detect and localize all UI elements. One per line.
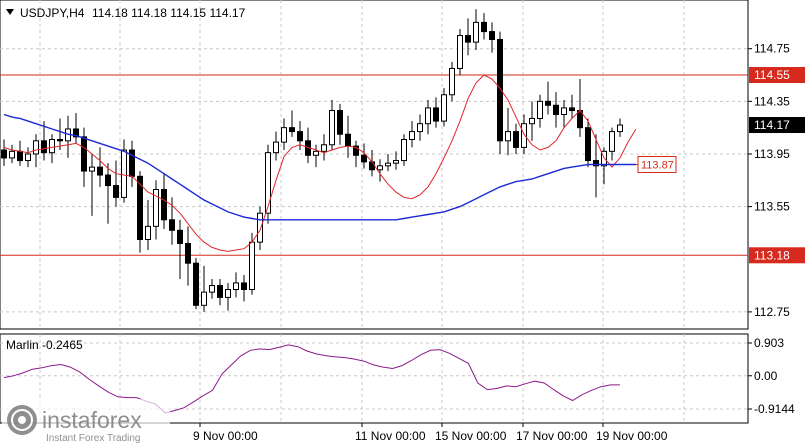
osc-tick-label: -0.9144 xyxy=(754,402,795,416)
candle-body-up xyxy=(537,100,543,119)
candle-body-down xyxy=(81,136,87,172)
price-tick-label: 113.55 xyxy=(754,200,790,214)
candle-body-down xyxy=(177,229,183,244)
candle-body-up xyxy=(457,35,463,69)
candle xyxy=(457,28,463,76)
candle-body-up xyxy=(33,140,39,155)
candle-body-up xyxy=(257,212,263,243)
candle-body-down xyxy=(17,150,23,162)
candle-body-up xyxy=(209,285,215,293)
candle xyxy=(497,31,503,154)
instaforex-logo: instaforex Instant Forex Trading xyxy=(2,399,170,444)
candle-body-up xyxy=(49,138,55,154)
chart-canvas: 113.87 USDJPY,H4 114.18 114.18 114.15 11… xyxy=(0,0,805,444)
candle-body-down xyxy=(97,166,103,176)
candle-body-up xyxy=(505,131,511,142)
candle-body-down xyxy=(185,242,191,264)
candle-body-down xyxy=(1,149,7,159)
candle-body-up xyxy=(409,131,415,140)
price-tick-label: 114.75 xyxy=(754,42,790,56)
candle-body-up xyxy=(529,117,535,125)
candle-body-down xyxy=(105,174,111,187)
candle-body-up xyxy=(473,21,479,43)
candle-body-up xyxy=(25,153,31,162)
level-price-label: 113.18 xyxy=(754,248,790,262)
osc-tick-label: 0.00 xyxy=(754,369,778,383)
time-tick-label: 11 Nov 00:00 xyxy=(355,429,426,443)
candle-body-up xyxy=(561,107,567,115)
candle-body-up xyxy=(377,165,383,171)
candle-body-up xyxy=(321,144,327,152)
candle-body-down xyxy=(161,189,167,221)
candle-body-up xyxy=(225,289,231,298)
candle-body-up xyxy=(401,138,407,162)
candle-body-up xyxy=(9,150,15,159)
candle-body-down xyxy=(193,262,199,306)
time-tick-label: 17 Nov 00:00 xyxy=(516,429,588,443)
candle-body-down xyxy=(57,138,63,142)
candle-body-up xyxy=(265,152,271,214)
candle-body-up xyxy=(521,123,527,148)
candle-body-up xyxy=(393,160,399,164)
candle xyxy=(193,257,199,310)
candle-body-down xyxy=(113,185,119,198)
candle-body-down xyxy=(489,31,495,40)
price-tick-label: 112.75 xyxy=(754,305,790,319)
candle-body-down xyxy=(553,104,559,115)
candle-body-up xyxy=(617,124,623,133)
candle-body-down xyxy=(569,107,575,112)
time-tick-label: 15 Nov 00:00 xyxy=(435,429,507,443)
candle-body-up xyxy=(313,150,319,156)
candle-body-down xyxy=(585,127,591,162)
candle-body-up xyxy=(441,94,447,122)
candle-body-up xyxy=(273,141,279,154)
candle-body-up xyxy=(449,67,455,96)
osc-tick-label: 0.903 xyxy=(754,336,784,350)
time-tick-label: 19 Nov 00:00 xyxy=(596,429,668,443)
oscillator-axis: 0.903 0.00 -0.9144 xyxy=(748,336,795,416)
candle-body-up xyxy=(385,162,391,167)
candle-body-up xyxy=(425,107,431,125)
candle-body-down xyxy=(433,107,439,122)
candle-body-down xyxy=(465,35,471,43)
candle-body-up xyxy=(417,123,423,133)
candle-body-down xyxy=(217,285,223,298)
oscillator-title: Marlin -0.2465 xyxy=(6,338,83,352)
logo-wordmark: instaforex xyxy=(42,407,142,433)
candle-body-down xyxy=(481,21,487,33)
candle-body-down xyxy=(289,127,295,133)
candle-body-down xyxy=(513,131,519,148)
candle-body-down xyxy=(297,131,303,142)
price-tick-label: 113.95 xyxy=(754,147,790,161)
ma-value-label: 113.87 xyxy=(641,160,674,172)
ohlc-readout: 114.18 114.18 114.15 114.17 xyxy=(92,6,246,20)
candle-body-up xyxy=(201,291,207,306)
candle-body-down xyxy=(241,282,247,291)
time-tick-label: 9 Nov 00:00 xyxy=(193,429,258,443)
candle-body-down xyxy=(41,140,47,154)
candle-body-up xyxy=(233,282,239,291)
candle-body-up xyxy=(281,127,287,143)
price-tick-label: 114.35 xyxy=(754,94,790,108)
candle-body-down xyxy=(169,219,175,231)
level-price-label: 114.55 xyxy=(754,68,790,82)
candle-body-up xyxy=(249,241,255,291)
candle-body-up xyxy=(145,225,151,241)
candle-body-up xyxy=(89,166,95,172)
time-axis: 9 Nov 00:00 11 Nov 00:00 15 Nov 00:00 17 No… xyxy=(193,423,668,443)
current-price-label: 114.17 xyxy=(754,118,790,132)
candle-body-up xyxy=(121,149,127,198)
candle-body-down xyxy=(337,110,343,135)
candle-body-down xyxy=(545,100,551,106)
logo-tagline: Instant Forex Trading xyxy=(46,433,141,444)
candle-body-down xyxy=(345,133,351,147)
chart-symbol: USDJPY,H4 xyxy=(20,6,85,20)
candle-body-down xyxy=(361,154,367,163)
candle-body-down xyxy=(369,161,375,171)
price-axis: 114.75 114.35 113.95 113.55 112.75 114.55 113.… xyxy=(748,42,805,319)
candle-body-up xyxy=(329,110,335,146)
candle-body-up xyxy=(609,131,615,152)
